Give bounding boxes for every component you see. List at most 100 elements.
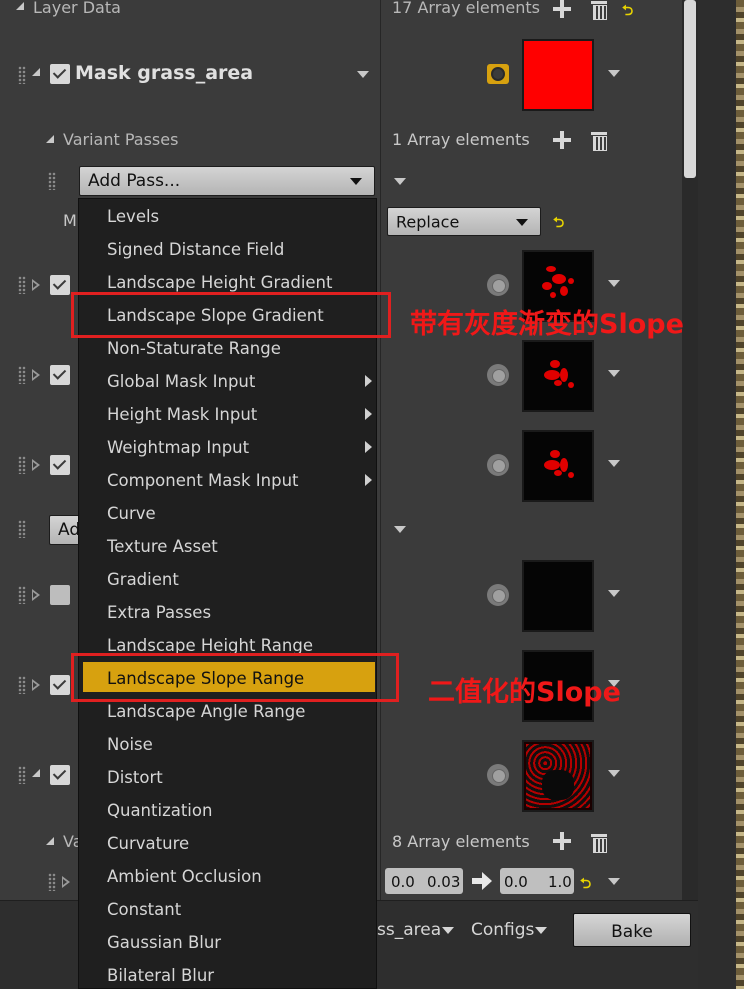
menu-item-label: Curve [107,504,156,523]
pass-preview-thumbnail[interactable] [522,340,594,412]
menu-item[interactable]: Distort [79,761,376,791]
menu-item[interactable]: Curve [79,497,376,527]
drag-handle-icon[interactable] [18,366,26,384]
menu-item-label: Landscape Height Gradient [107,273,333,292]
add-variant-icon[interactable] [553,131,571,149]
pass-options-arrow-icon[interactable] [608,280,620,287]
expand-arrow-icon[interactable] [62,876,70,888]
range-options-arrow-icon[interactable] [608,878,620,885]
pass-options-arrow-icon[interactable] [608,370,620,377]
menu-item[interactable]: Constant [79,893,376,923]
menu-item-label: Ambient Occlusion [107,867,262,886]
drag-handle-icon[interactable] [48,172,56,190]
menu-item[interactable]: Height Mask Input [79,398,376,428]
drag-handle-icon[interactable] [18,586,26,604]
pass-preview-thumbnail[interactable] [522,430,594,502]
sub-variant-collapse-arrow-icon[interactable] [46,837,54,845]
menu-item-label: Signed Distance Field [107,240,285,259]
pass-enabled-checkbox[interactable] [50,585,70,605]
menu-item[interactable]: Ambient Occlusion [79,860,376,890]
menu-item[interactable]: Noise [79,728,376,758]
pass-options-arrow-icon[interactable] [608,590,620,597]
expand-arrow-icon[interactable] [32,589,40,601]
mask-blend-indicator[interactable] [487,64,509,84]
menu-item[interactable]: Curvature [79,827,376,857]
expand-arrow-icon[interactable] [32,369,40,381]
menu-item[interactable]: Quantization [79,794,376,824]
expand-arrow-icon[interactable] [32,679,40,691]
expand-arrow-icon[interactable] [32,68,40,76]
delete-all-icon[interactable] [591,0,607,20]
menu-item[interactable]: Weightmap Input [79,431,376,461]
pass-enabled-checkbox[interactable] [50,765,70,785]
range-b-min: 0.0 [504,873,528,891]
add-element-icon[interactable] [553,0,571,18]
blend-mode-dropdown[interactable]: Replace [387,207,541,236]
drag-handle-icon[interactable] [18,456,26,474]
pass-options-arrow-icon[interactable] [394,526,406,533]
mask-color-swatch[interactable] [522,39,594,111]
reset-icon[interactable]: ⮌ [580,873,591,897]
pass-blend-circle-icon[interactable] [487,274,509,296]
menu-item[interactable]: Texture Asset [79,530,376,560]
menu-item-label: Global Mask Input [107,372,256,391]
pass-options-arrow-icon[interactable] [608,460,620,467]
configs-dropdown[interactable]: Configs [471,922,534,939]
collapse-arrow-icon[interactable] [16,2,24,10]
viewport-landscape-edge [736,0,744,989]
menu-item[interactable]: Component Mask Input [79,464,376,494]
reset-icon[interactable]: ⮌ [622,0,633,24]
menu-item-label: Gaussian Blur [107,933,222,952]
range-input-b[interactable]: 0.0 1.0 [500,868,574,894]
pass-blend-circle-icon[interactable] [487,764,509,786]
menu-item[interactable]: Extra Passes [79,596,376,626]
blend-mode-label: Replace [396,212,460,231]
collapse-arrow-icon[interactable] [32,769,40,777]
pass-enabled-checkbox[interactable] [50,455,70,475]
pass-blend-circle-icon[interactable] [487,364,509,386]
drag-handle-icon[interactable] [18,676,26,694]
drag-handle-icon[interactable] [48,873,56,891]
drag-handle-icon[interactable] [18,66,26,84]
variant-collapse-arrow-icon[interactable] [46,135,54,143]
pass-preview-thumbnail[interactable] [522,560,594,632]
bake-label: Bake [611,922,653,942]
pass-enabled-checkbox[interactable] [50,275,70,295]
menu-item[interactable]: Global Mask Input [79,365,376,395]
scrollbar-thumb[interactable] [684,0,696,178]
pass-enabled-checkbox[interactable] [50,675,70,695]
add-sub-variant-icon[interactable] [553,832,571,850]
menu-item[interactable]: Bilateral Blur [79,959,376,989]
variant-passes-count: 1 Array elements [392,130,530,149]
menu-item[interactable]: Gaussian Blur [79,926,376,956]
pass-enabled-checkbox[interactable] [50,365,70,385]
layer-select-dropdown-partial[interactable]: ss_area [377,922,441,939]
menu-item[interactable]: Levels [79,200,376,230]
delete-variants-icon[interactable] [591,131,607,151]
expand-arrow-icon[interactable] [32,279,40,291]
pass-preview-thumbnail[interactable] [522,740,594,812]
menu-item[interactable]: Gradient [79,563,376,593]
delete-sub-variants-icon[interactable] [591,833,607,853]
bake-button[interactable]: Bake [573,913,691,947]
pass-options-arrow-icon[interactable] [608,770,620,777]
add-pass-label: Add Pass... [88,171,181,191]
menu-item[interactable]: Signed Distance Field [79,233,376,263]
pass-blend-circle-icon[interactable] [487,584,509,606]
annotation-box-slope-range [71,653,399,702]
pass-blend-circle-icon[interactable] [487,454,509,476]
range-input-a[interactable]: 0.0 0.03 [385,868,463,894]
range-a-max: 0.03 [427,873,461,891]
drag-handle-icon[interactable] [18,276,26,294]
mask-enabled-checkbox[interactable] [50,64,70,84]
drag-handle-icon[interactable] [18,520,26,538]
chevron-down-icon[interactable] [442,927,454,934]
add-pass-dropdown[interactable]: Add Pass... [79,166,375,196]
swatch-options-arrow-icon[interactable] [608,70,620,77]
chevron-down-icon[interactable] [535,927,547,934]
mask-options-arrow-icon[interactable] [357,71,369,78]
expand-arrow-icon[interactable] [32,459,40,471]
drag-handle-icon[interactable] [18,766,26,784]
pass-options-arrow-icon[interactable] [394,178,406,185]
reset-icon[interactable]: ⮌ [553,212,564,236]
